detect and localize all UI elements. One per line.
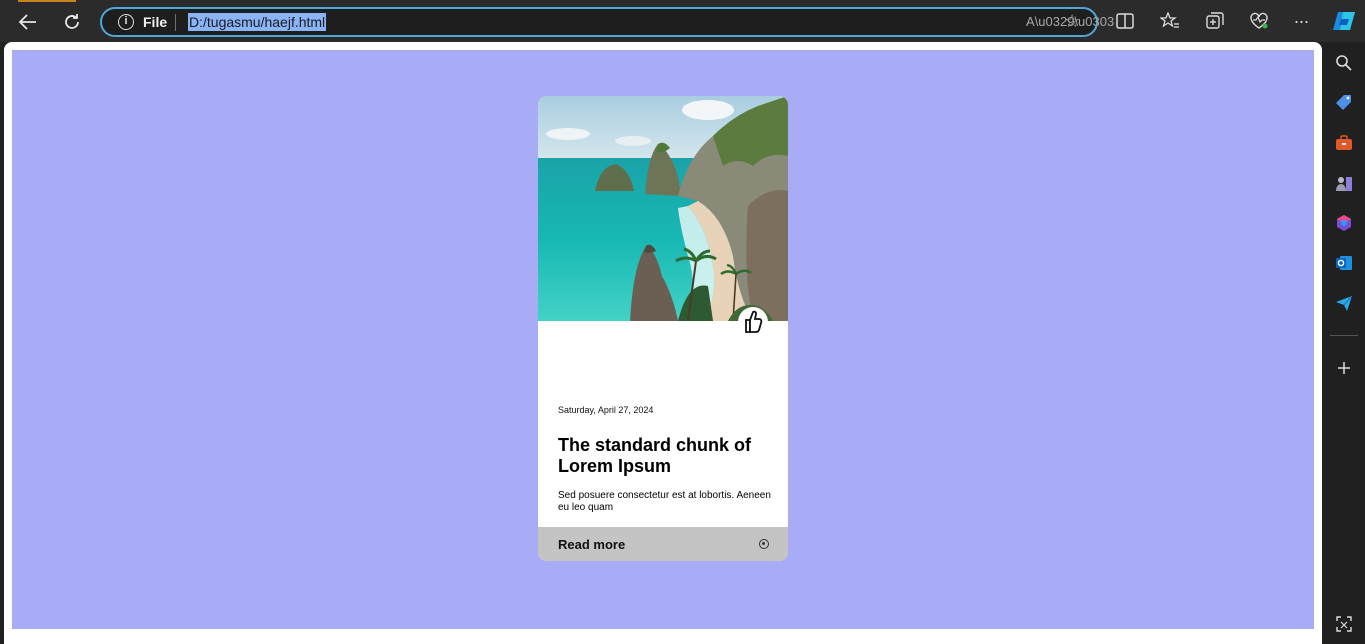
screenshot-icon xyxy=(1336,616,1352,632)
favorite-star-icon[interactable]: ☆ xyxy=(1064,11,1080,32)
copilot-icon xyxy=(1333,12,1355,30)
article-date: Saturday, April 27, 2024 xyxy=(558,405,654,415)
health-button[interactable] xyxy=(1248,11,1270,31)
refresh-button[interactable] xyxy=(57,8,87,36)
search-icon xyxy=(1336,55,1352,71)
thumbs-up-icon xyxy=(738,307,768,337)
like-button[interactable] xyxy=(738,306,768,338)
back-button[interactable] xyxy=(13,8,43,36)
address-separator xyxy=(175,14,176,31)
article-card: Saturday, April 27, 2024 The standard ch… xyxy=(538,96,788,561)
health-icon xyxy=(1250,12,1268,29)
games-icon xyxy=(1336,177,1352,191)
sidebar-search-button[interactable] xyxy=(1335,54,1353,72)
address-bar[interactable]: i File D:/tugasmu/haejf.html A\u0329\u03… xyxy=(100,7,1114,37)
card-image xyxy=(538,96,788,321)
shopping-tag-icon xyxy=(1336,95,1351,110)
favorites-button[interactable] xyxy=(1159,11,1181,31)
circle-arrow-icon[interactable] xyxy=(759,539,769,549)
collections-button[interactable] xyxy=(1204,11,1226,31)
back-icon xyxy=(18,14,36,30)
office-icon xyxy=(1337,215,1351,231)
sidebar-divider xyxy=(1330,335,1358,336)
refresh-icon xyxy=(65,14,79,29)
split-screen-button[interactable] xyxy=(1114,11,1136,31)
scheme-label: File xyxy=(143,14,168,30)
url-text[interactable]: D:/tugasmu/haejf.html xyxy=(188,13,327,31)
sidebar-tools-button[interactable] xyxy=(1335,134,1353,152)
read-more-link[interactable]: Read more xyxy=(558,537,625,552)
sidebar-shopping-button[interactable] xyxy=(1335,94,1353,112)
tools-icon xyxy=(1336,135,1352,150)
split-screen-icon xyxy=(1116,13,1134,29)
send-icon xyxy=(1336,295,1353,311)
info-icon[interactable]: i xyxy=(118,14,134,30)
sidebar-screenshot-button[interactable] xyxy=(1335,615,1353,633)
sidebar-send-button[interactable] xyxy=(1335,294,1353,312)
browser-toolbar: i File D:/tugasmu/haejf.html A\u0329\u03… xyxy=(0,0,1365,42)
browser-sidebar xyxy=(1322,42,1365,644)
sidebar-games-button[interactable] xyxy=(1335,174,1353,192)
tab-indicator xyxy=(18,0,76,2)
collections-icon xyxy=(1206,12,1224,29)
more-button[interactable]: ··· xyxy=(1290,11,1312,31)
article-title: The standard chunk of Lorem Ipsum xyxy=(558,435,752,476)
sidebar-add-button[interactable] xyxy=(1335,359,1353,377)
outlook-icon xyxy=(1336,256,1352,270)
favorites-icon xyxy=(1160,12,1179,28)
more-icon: ··· xyxy=(1293,10,1310,31)
sidebar-outlook-button[interactable] xyxy=(1335,254,1353,272)
copilot-button[interactable] xyxy=(1331,10,1357,32)
card-footer[interactable]: Read more xyxy=(538,527,788,561)
sidebar-office-button[interactable] xyxy=(1335,214,1353,232)
article-description: Sed posuere consectetur est at lobortis.… xyxy=(558,490,771,513)
add-icon xyxy=(1338,362,1350,374)
